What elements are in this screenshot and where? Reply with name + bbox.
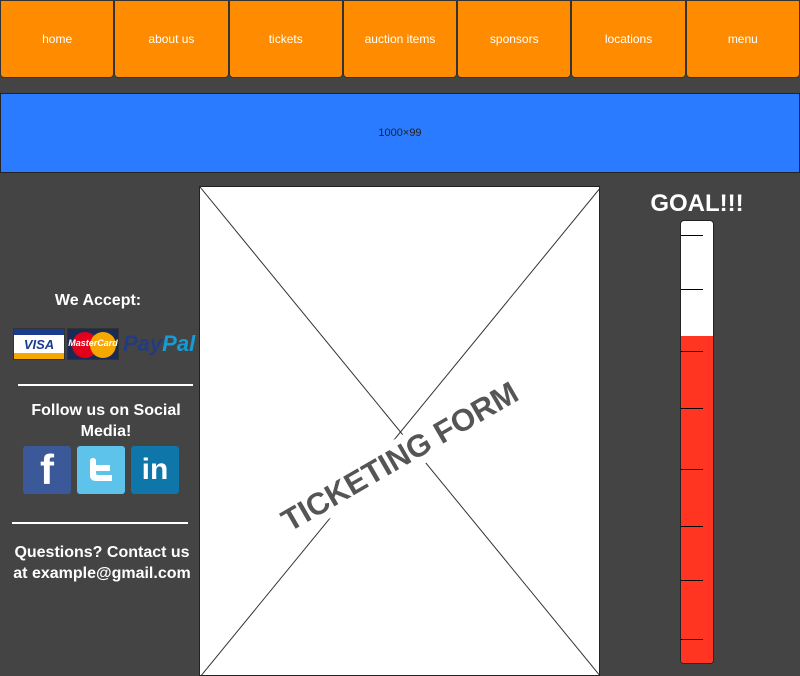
nav-tab-label: locations (604, 32, 653, 46)
thermometer-tick (681, 351, 703, 352)
nav-tab-locations[interactable]: locations (571, 0, 686, 78)
nav-tab-auction-items[interactable]: auction items (342, 0, 458, 78)
goal-progress-fill (681, 335, 713, 663)
linkedin-glyph: in (141, 453, 169, 486)
linkedin-icon[interactable]: in (131, 446, 179, 494)
banner-size-label: 1000×99 (378, 127, 422, 139)
paypal-label-pay: Pay (123, 331, 163, 356)
placeholder-cross (200, 187, 599, 675)
mastercard-logo: MasterCard (67, 328, 119, 360)
nav-tab-label: auction items (364, 32, 436, 46)
goal-title: GOAL!!! (650, 190, 744, 217)
nav-tab-label: tickets (268, 32, 303, 46)
facebook-glyph: f (40, 446, 54, 493)
visa-label: VISA (23, 337, 55, 352)
thermometer-tick (681, 289, 703, 290)
goal-thermometer (680, 220, 714, 664)
nav-tab-sponsors[interactable]: sponsors (457, 0, 572, 78)
thermometer-tick (681, 526, 703, 527)
twitter-icon[interactable] (77, 446, 125, 494)
divider (12, 522, 188, 524)
thermometer-tick (681, 639, 703, 640)
paypal-logo: PayPal (123, 331, 195, 357)
paypal-label-pal: Pal (162, 331, 196, 356)
we-accept-heading: We Accept: (54, 292, 142, 309)
nav-tab-label: sponsors (489, 32, 539, 46)
mastercard-label: MasterCard (68, 338, 118, 348)
nav-tab-label: about us (148, 32, 195, 46)
banner-placeholder: 1000×99 (0, 93, 800, 173)
nav-tab-tickets[interactable]: tickets (228, 0, 343, 78)
top-nav: home about us tickets auction items spon… (0, 0, 800, 80)
social-links: f in (23, 446, 179, 494)
payment-methods: VISA MasterCard PayPal (13, 328, 195, 360)
nav-tab-label: menu (727, 32, 758, 46)
follow-heading: Follow us on Social Media! (31, 402, 181, 440)
thermometer-tick (681, 408, 703, 409)
nav-tab-label: home (42, 32, 73, 46)
twitter-bird-icon (90, 458, 112, 481)
nav-tab-about-us[interactable]: about us (114, 0, 229, 78)
divider (18, 384, 193, 386)
thermometer-tick (681, 469, 703, 470)
thermometer-tick (681, 580, 703, 581)
ticketing-form-placeholder[interactable]: TICKETING FORM (199, 186, 600, 676)
nav-tab-home[interactable]: home (0, 0, 115, 78)
visa-logo: VISA (13, 328, 65, 360)
facebook-icon[interactable]: f (23, 446, 71, 494)
thermometer-tick (681, 235, 703, 236)
nav-tab-menu[interactable]: menu (685, 0, 800, 78)
contact-text: Questions? Contact us at example@gmail.c… (13, 544, 191, 582)
